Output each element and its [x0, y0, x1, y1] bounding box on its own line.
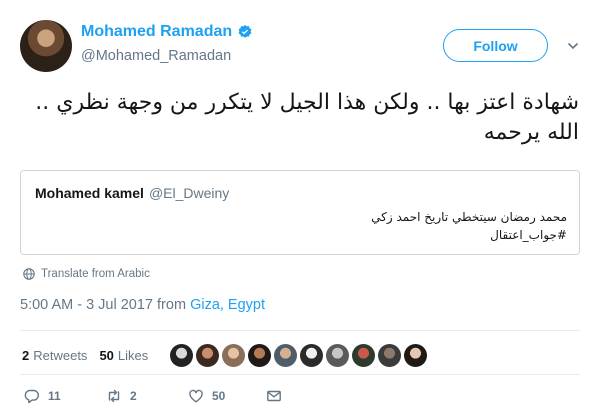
- envelope-icon: [267, 390, 281, 402]
- quoted-author-name: Mohamed kamel: [35, 185, 144, 201]
- quoted-tweet-text: محمد رمضان سيتخطي تاريخ احمد زكي #جواب_ا…: [371, 208, 567, 244]
- liker-avatar[interactable]: [404, 344, 428, 367]
- liker-avatars: [170, 344, 430, 367]
- tweet-text-line: شهادة اعتز بها .. ولكن هذا الجيل لا يتكر…: [35, 90, 579, 115]
- reply-icon: [24, 389, 39, 404]
- timestamp-time[interactable]: 5:00 AM - 3 Jul 2017: [20, 297, 153, 313]
- liker-avatar[interactable]: [222, 344, 246, 367]
- globe-icon: [23, 268, 35, 280]
- tweet-timestamp: 5:00 AM - 3 Jul 2017 from Giza, Egypt: [20, 297, 265, 313]
- divider: [20, 374, 580, 375]
- divider: [20, 330, 580, 331]
- liker-avatar[interactable]: [196, 344, 220, 367]
- likes-count: 50: [99, 348, 114, 363]
- direct-message-button[interactable]: [266, 388, 282, 404]
- translate-label[interactable]: Translate from Arabic: [41, 268, 150, 280]
- reply-button[interactable]: 11: [24, 388, 106, 404]
- liker-avatar[interactable]: [300, 344, 324, 367]
- quoted-hashtag[interactable]: #جواب_اعتقال: [371, 226, 567, 244]
- retweets-count: 2: [22, 348, 30, 363]
- likes-stat[interactable]: 50 Likes: [99, 348, 148, 363]
- quoted-author-handle: @El_Dweiny: [148, 185, 230, 201]
- tweet-text: شهادة اعتز بها .. ولكن هذا الجيل لا يتكر…: [19, 88, 579, 148]
- quoted-tweet[interactable]: Mohamed kamel @El_Dweiny محمد رمضان سيتخ…: [20, 170, 580, 255]
- retweet-count: 2: [130, 389, 137, 403]
- retweet-button[interactable]: 2: [106, 388, 188, 404]
- tweet-text-line: الله يرحمه: [483, 120, 579, 145]
- quoted-text-line: محمد رمضان سيتخطي تاريخ احمد زكي: [371, 210, 567, 224]
- like-count: 50: [212, 389, 226, 403]
- retweets-label: Retweets: [33, 348, 88, 363]
- liker-avatar[interactable]: [274, 344, 298, 367]
- liker-avatar[interactable]: [170, 344, 194, 367]
- likes-label: Likes: [117, 348, 149, 363]
- timestamp-location[interactable]: Giza, Egypt: [190, 297, 265, 313]
- tweet-stats: 2 Retweets 50 Likes: [22, 344, 430, 367]
- translate-link[interactable]: Translate from Arabic: [23, 268, 150, 280]
- liker-avatar[interactable]: [248, 344, 272, 367]
- verified-badge-icon: [237, 24, 253, 40]
- author-avatar[interactable]: [20, 20, 72, 72]
- timestamp-from: from: [157, 297, 187, 313]
- liker-avatar[interactable]: [352, 344, 376, 367]
- liker-avatar[interactable]: [326, 344, 350, 367]
- author-handle[interactable]: @Mohamed_Ramadan: [81, 48, 231, 64]
- author-name-row: Mohamed Ramadan: [81, 23, 253, 41]
- reply-count: 11: [48, 389, 61, 403]
- quoted-tweet-header: Mohamed kamel @El_Dweiny: [35, 185, 229, 201]
- liker-avatar[interactable]: [378, 344, 402, 367]
- chevron-down-icon[interactable]: [567, 39, 579, 51]
- retweet-icon: [108, 389, 120, 403]
- follow-button[interactable]: Follow: [443, 29, 548, 62]
- heart-icon: [189, 389, 203, 403]
- author-display-name[interactable]: Mohamed Ramadan: [81, 23, 232, 41]
- like-button[interactable]: 50: [188, 388, 266, 404]
- retweets-stat[interactable]: 2 Retweets: [22, 348, 87, 363]
- tweet-actions: 11 2 50: [24, 388, 282, 404]
